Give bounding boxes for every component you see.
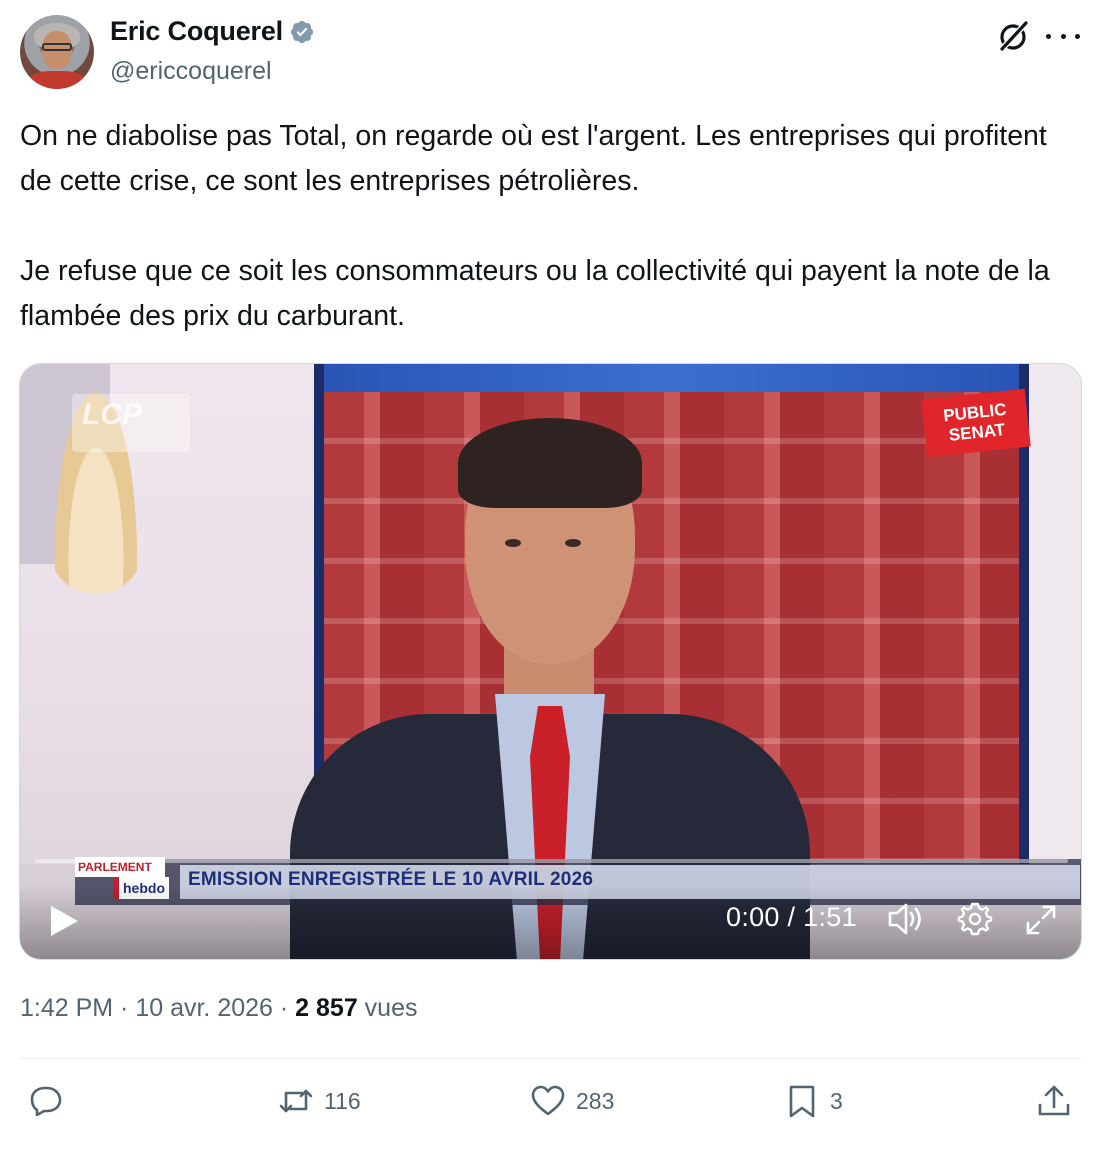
settings-gear-icon[interactable] <box>957 901 993 937</box>
bookmark-count: 3 <box>830 1087 843 1114</box>
bookmark-button[interactable]: 3 <box>784 1083 843 1119</box>
grok-icon[interactable] <box>995 18 1031 54</box>
divider <box>20 1058 1082 1059</box>
meta-separator: · <box>113 994 136 1022</box>
reply-icon <box>30 1086 62 1117</box>
author-name-row: Eric Coquerel <box>110 16 315 47</box>
video-time: 0:00 / 1:51 <box>726 902 857 932</box>
reply-button[interactable] <box>28 1083 74 1119</box>
volume-muted-icon[interactable] <box>887 901 925 937</box>
tweet: Eric Coquerel @ericcoquerel On ne diabol… <box>0 0 1102 1158</box>
like-button[interactable]: 283 <box>530 1083 614 1119</box>
heart-icon <box>531 1085 565 1116</box>
repost-count: 116 <box>324 1087 361 1114</box>
author-handle[interactable]: @ericcoquerel <box>110 57 272 86</box>
like-count: 283 <box>576 1087 615 1114</box>
views-label: vues <box>357 994 418 1022</box>
tweet-text: On ne diabolise pas Total, on regarde où… <box>20 114 1082 339</box>
author-display-name[interactable]: Eric Coquerel <box>110 16 283 47</box>
lcp-logo: LCP <box>72 394 190 452</box>
tweet-date[interactable]: 10 avr. 2026 <box>135 994 273 1023</box>
repost-button[interactable]: 116 <box>278 1083 361 1119</box>
share-button[interactable] <box>1036 1083 1072 1119</box>
meta-separator: · <box>272 994 296 1022</box>
bookmark-icon <box>789 1085 815 1118</box>
verified-badge-icon <box>290 20 314 43</box>
tweet-meta: 1:42 PM · 10 avr. 2026 · 2 857 vues <box>20 994 418 1023</box>
author-avatar[interactable] <box>20 15 94 89</box>
share-icon <box>1038 1085 1070 1116</box>
more-options-icon[interactable] <box>1046 24 1080 48</box>
repost-icon <box>279 1089 313 1113</box>
tweet-paragraph: On ne diabolise pas Total, on regarde où… <box>20 120 1047 197</box>
video-progress-bar[interactable] <box>35 859 1068 863</box>
views-count: 2 857 <box>295 994 358 1022</box>
tweet-paragraph: Je refuse que ce soit les consommateurs … <box>20 255 1050 332</box>
fullscreen-expand-icon[interactable] <box>1024 903 1058 937</box>
video-player[interactable]: LCP PUBLIC SENAT PARLEMENT hebdo EMISSIO… <box>19 363 1082 960</box>
play-icon[interactable] <box>48 904 80 938</box>
public-senat-logo: PUBLIC SENAT <box>921 388 1031 458</box>
tweet-time[interactable]: 1:42 PM <box>20 994 113 1023</box>
